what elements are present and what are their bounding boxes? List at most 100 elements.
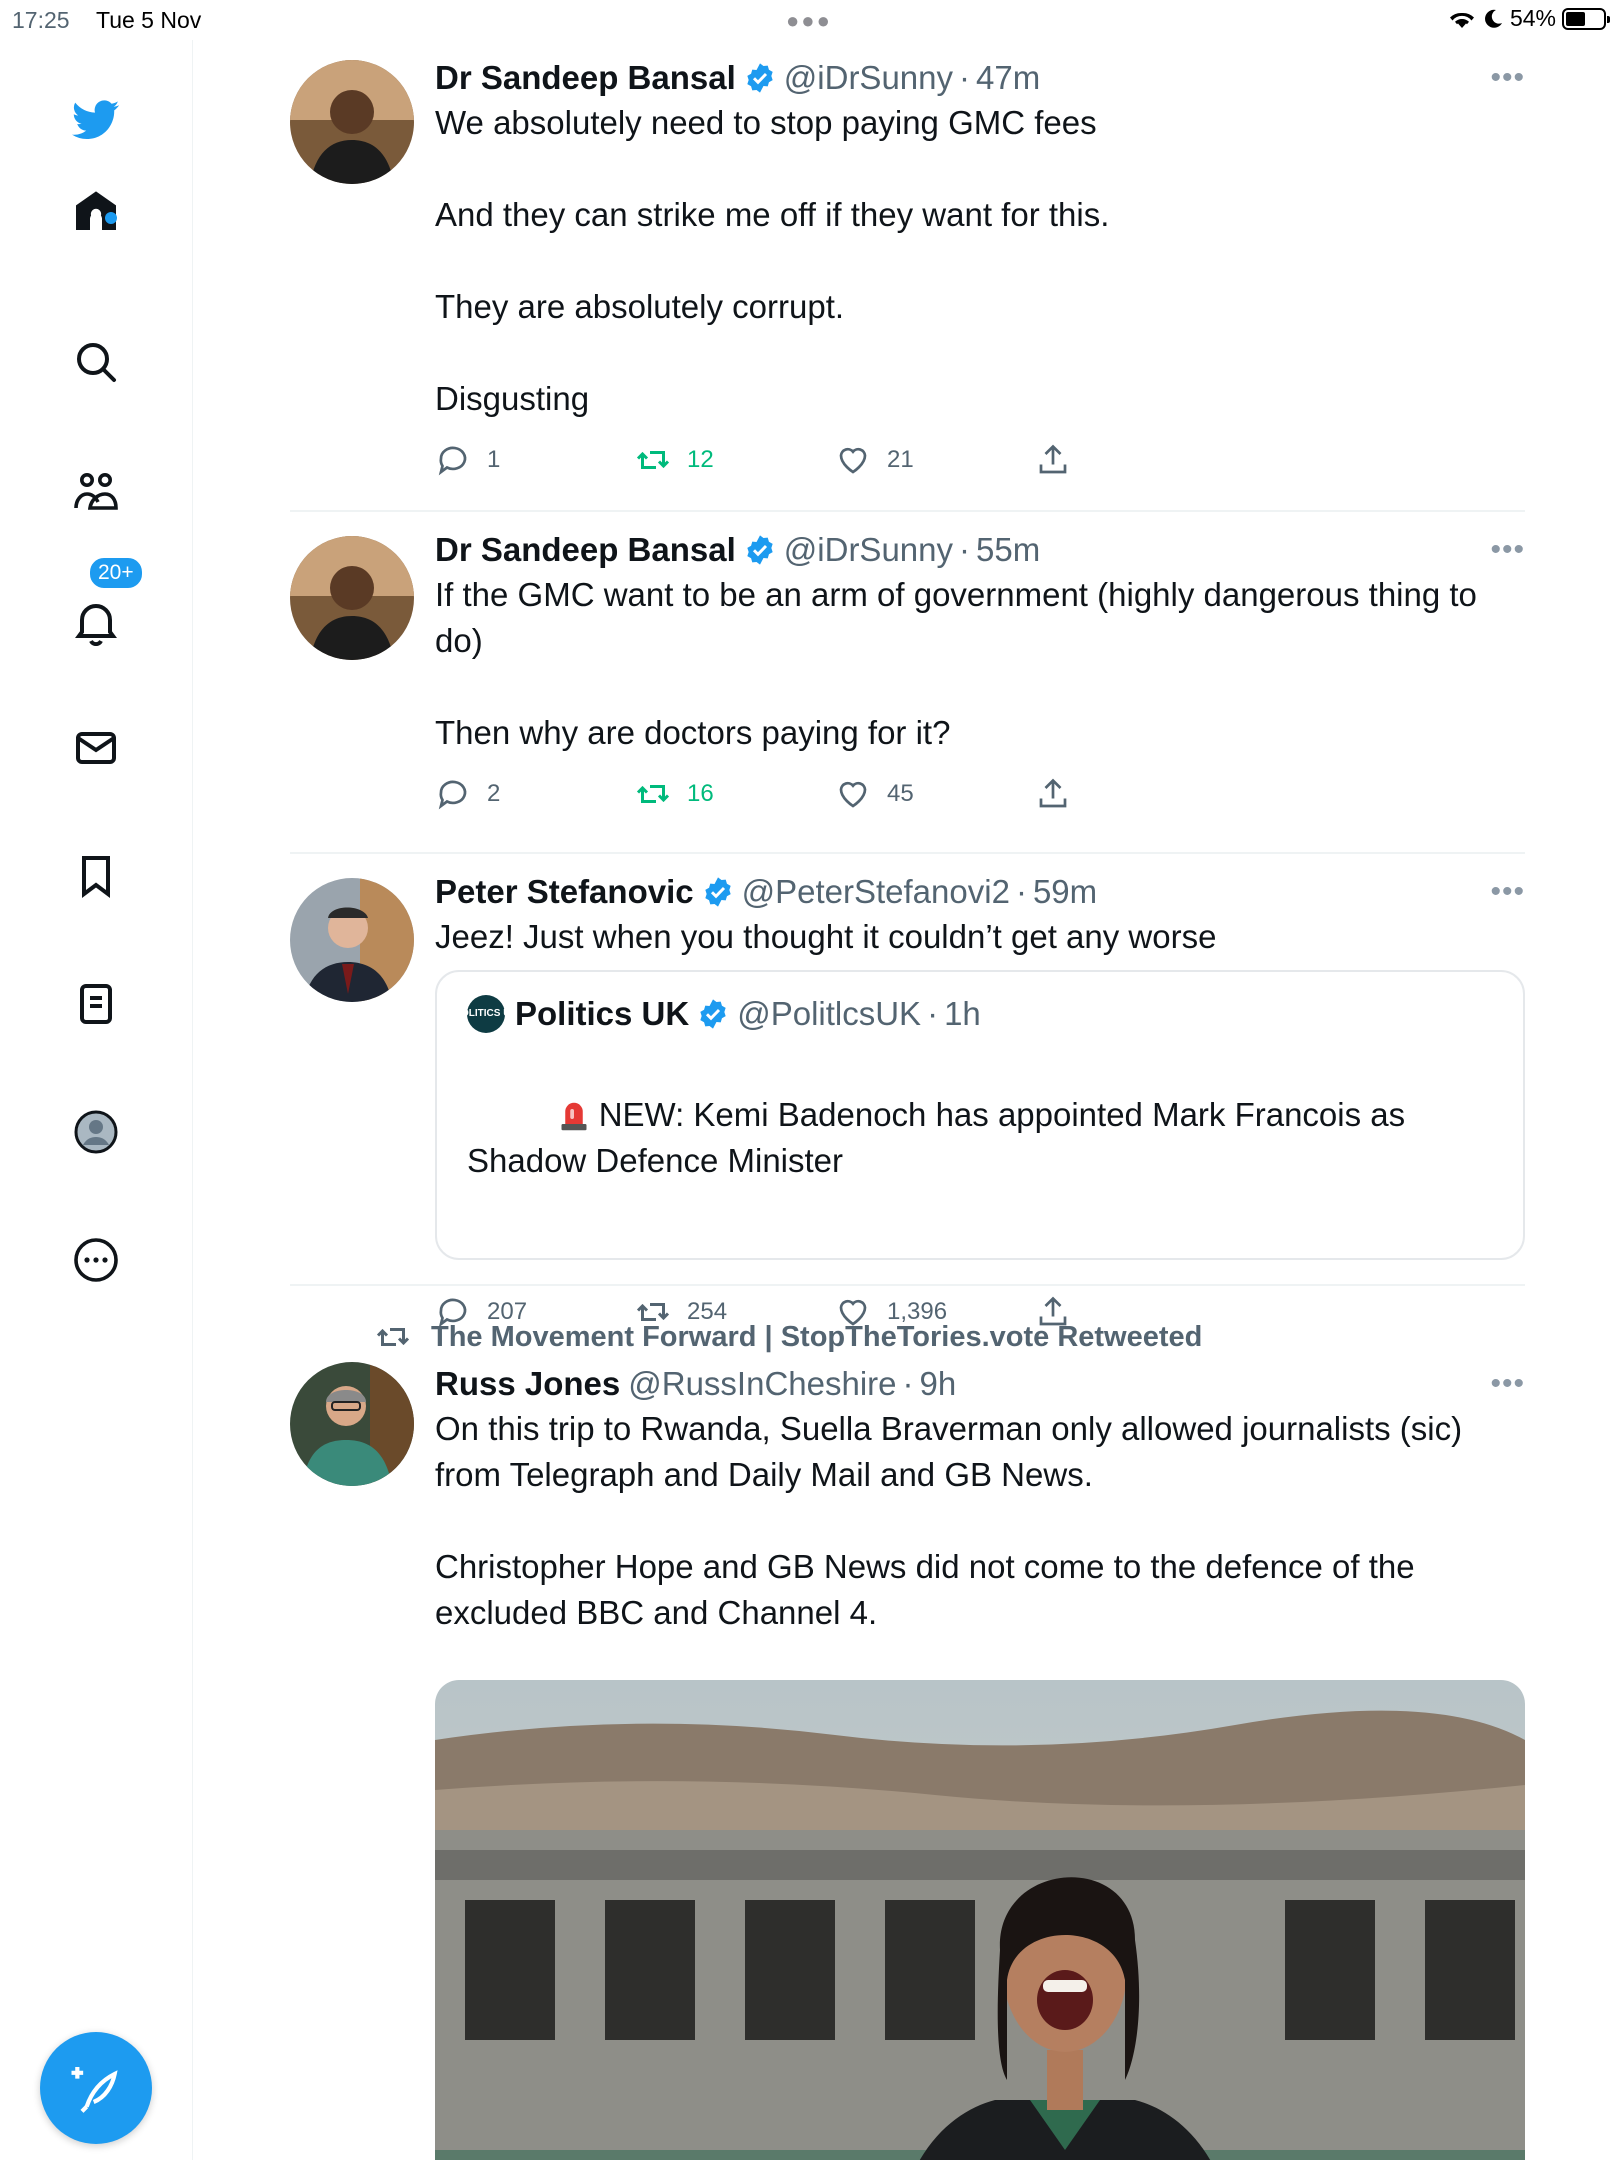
tweet[interactable]: Dr Sandeep Bansal @iDrSunny · 55m ••• If… bbox=[290, 512, 1525, 854]
nav-messages[interactable] bbox=[64, 716, 128, 780]
nav-lists[interactable] bbox=[64, 972, 128, 1036]
avatar[interactable] bbox=[290, 536, 414, 660]
messages-icon bbox=[76, 732, 116, 764]
heart-icon bbox=[839, 781, 867, 808]
separator: · bbox=[959, 531, 971, 568]
reply-count: 1 bbox=[487, 446, 501, 473]
more-options-icon[interactable]: ••• bbox=[1490, 56, 1525, 100]
tweet[interactable]: Peter Stefanovic @PeterStefanovi2 · 59m … bbox=[290, 854, 1525, 1328]
verified-badge-icon bbox=[747, 63, 773, 93]
retweet-count: 16 bbox=[687, 780, 714, 807]
reply-button[interactable]: 1 bbox=[435, 442, 635, 478]
author-handle[interactable]: @RussInCheshire bbox=[628, 1362, 896, 1406]
quoted-author-name: Politics UK bbox=[515, 995, 690, 1032]
home-unread-dot bbox=[105, 212, 117, 224]
like-button[interactable]: 21 bbox=[835, 442, 1035, 478]
sidebar-nav: 20+ bbox=[0, 40, 193, 2160]
tweet-header: Dr Sandeep Bansal @iDrSunny · 47m ••• bbox=[435, 56, 1525, 100]
share-button[interactable] bbox=[1035, 442, 1235, 478]
quoted-timestamp: 1h bbox=[944, 995, 981, 1032]
retweet-icon bbox=[636, 451, 670, 469]
quoted-tweet-header: POLITICS UK Politics UK @PolitlcsUK · 1h bbox=[454, 992, 1493, 1036]
tweet[interactable]: The Movement Forward | StopTheTories.vot… bbox=[290, 1286, 1525, 2160]
timestamp[interactable]: 9h bbox=[920, 1362, 957, 1406]
quoted-author-handle: @PolitlcsUK bbox=[737, 995, 922, 1032]
wifi-icon bbox=[1449, 12, 1474, 28]
separator: · bbox=[902, 1365, 914, 1402]
avatar[interactable] bbox=[290, 878, 414, 1002]
author-name[interactable]: Peter Stefanovic bbox=[435, 870, 694, 914]
twitter-logo-icon[interactable] bbox=[64, 88, 128, 152]
quoted-tweet[interactable]: POLITICS UK Politics UK @PolitlcsUK · 1h… bbox=[435, 970, 1525, 1260]
more-options-icon[interactable]: ••• bbox=[1490, 528, 1525, 572]
status-time: 17:25 bbox=[12, 7, 70, 33]
nav-profile[interactable] bbox=[64, 1100, 128, 1164]
tweet-header: Russ Jones @RussInCheshire · 9h ••• bbox=[435, 1362, 1525, 1406]
verified-badge-icon bbox=[704, 877, 731, 907]
timestamp[interactable]: 55m bbox=[976, 528, 1040, 572]
share-icon bbox=[1039, 778, 1067, 808]
verified-badge-icon bbox=[747, 535, 773, 565]
bookmarks-icon bbox=[82, 856, 110, 898]
retweet-count: 12 bbox=[687, 446, 714, 473]
notifications-badge: 20+ bbox=[88, 556, 144, 590]
nav-communities[interactable] bbox=[64, 460, 128, 524]
notifications-icon bbox=[75, 604, 117, 646]
avatar[interactable] bbox=[290, 1362, 414, 1486]
compose-feather-icon bbox=[71, 2067, 118, 2113]
tweet-media-image[interactable] bbox=[435, 1680, 1525, 2160]
search-icon bbox=[77, 343, 116, 382]
author-name[interactable]: Russ Jones bbox=[435, 1362, 620, 1406]
avatar[interactable] bbox=[290, 60, 414, 184]
retweet-button[interactable]: 12 bbox=[635, 442, 835, 478]
author-name[interactable]: Dr Sandeep Bansal bbox=[435, 56, 736, 100]
nav-home[interactable] bbox=[64, 180, 128, 244]
reply-icon bbox=[438, 780, 467, 810]
lists-icon bbox=[80, 984, 112, 1024]
share-icon bbox=[1039, 444, 1067, 474]
tweet-text: On this trip to Rwanda, Suella Braverman… bbox=[435, 1410, 1463, 1631]
retweeted-by-text: The Movement Forward | StopTheTories.vot… bbox=[431, 1320, 1203, 1353]
share-button[interactable] bbox=[1035, 776, 1235, 812]
heart-icon bbox=[839, 447, 867, 474]
like-button[interactable]: 45 bbox=[835, 776, 1035, 812]
reply-button[interactable]: 2 bbox=[435, 776, 635, 812]
tweet-text: If the GMC want to be an arm of governme… bbox=[435, 576, 1477, 751]
timestamp[interactable]: 47m bbox=[976, 56, 1040, 100]
status-bar: 17:25 Tue 5 Nov ●●● 54% bbox=[0, 0, 1620, 40]
compose-tweet-button[interactable] bbox=[40, 2032, 152, 2144]
nav-search[interactable] bbox=[64, 330, 128, 394]
more-icon bbox=[74, 1238, 118, 1282]
tweet-actions: 2 16 45 bbox=[435, 764, 1525, 824]
separator: · bbox=[1015, 873, 1027, 910]
author-handle[interactable]: @PeterStefanovi2 bbox=[742, 870, 1010, 914]
multitasking-dots-icon[interactable]: ●●● bbox=[786, 8, 832, 34]
separator: · bbox=[927, 995, 939, 1032]
author-handle[interactable]: @iDrSunny bbox=[784, 56, 953, 100]
reply-count: 2 bbox=[487, 780, 501, 807]
nav-more[interactable] bbox=[64, 1228, 128, 1292]
tweet-text: We absolutely need to stop paying GMC fe… bbox=[435, 104, 1110, 417]
quoted-tweet-text: NEW: Kemi Badenoch has appointed Mark Fr… bbox=[467, 1096, 1415, 1179]
battery-percent: 54% bbox=[1509, 5, 1556, 31]
tweet[interactable]: Dr Sandeep Bansal @iDrSunny · 47m ••• We… bbox=[290, 40, 1525, 512]
status-date: Tue 5 Nov bbox=[96, 7, 202, 33]
retweet-icon bbox=[636, 785, 670, 803]
quoted-tweet-text-wrap: NEW: Kemi Badenoch has appointed Mark Fr… bbox=[467, 1046, 1493, 1230]
communities-icon bbox=[74, 473, 118, 510]
retweeted-by-line[interactable]: The Movement Forward | StopTheTories.vot… bbox=[375, 1312, 1525, 1362]
nav-bookmarks[interactable] bbox=[64, 844, 128, 908]
retweet-button[interactable]: 16 bbox=[635, 776, 835, 812]
battery-icon bbox=[1562, 7, 1610, 30]
reply-icon bbox=[438, 446, 467, 476]
author-handle[interactable]: @iDrSunny bbox=[784, 528, 953, 572]
author-name[interactable]: Dr Sandeep Bansal bbox=[435, 528, 736, 572]
siren-emoji-icon bbox=[561, 1102, 587, 1131]
tweet-text: Jeez! Just when you thought it couldn’t … bbox=[435, 918, 1217, 955]
nav-notifications[interactable] bbox=[64, 590, 128, 654]
separator: · bbox=[959, 59, 971, 96]
timestamp[interactable]: 59m bbox=[1033, 870, 1097, 914]
more-options-icon[interactable]: ••• bbox=[1490, 1362, 1525, 1406]
more-options-icon[interactable]: ••• bbox=[1490, 870, 1525, 914]
profile-icon bbox=[74, 1110, 118, 1154]
